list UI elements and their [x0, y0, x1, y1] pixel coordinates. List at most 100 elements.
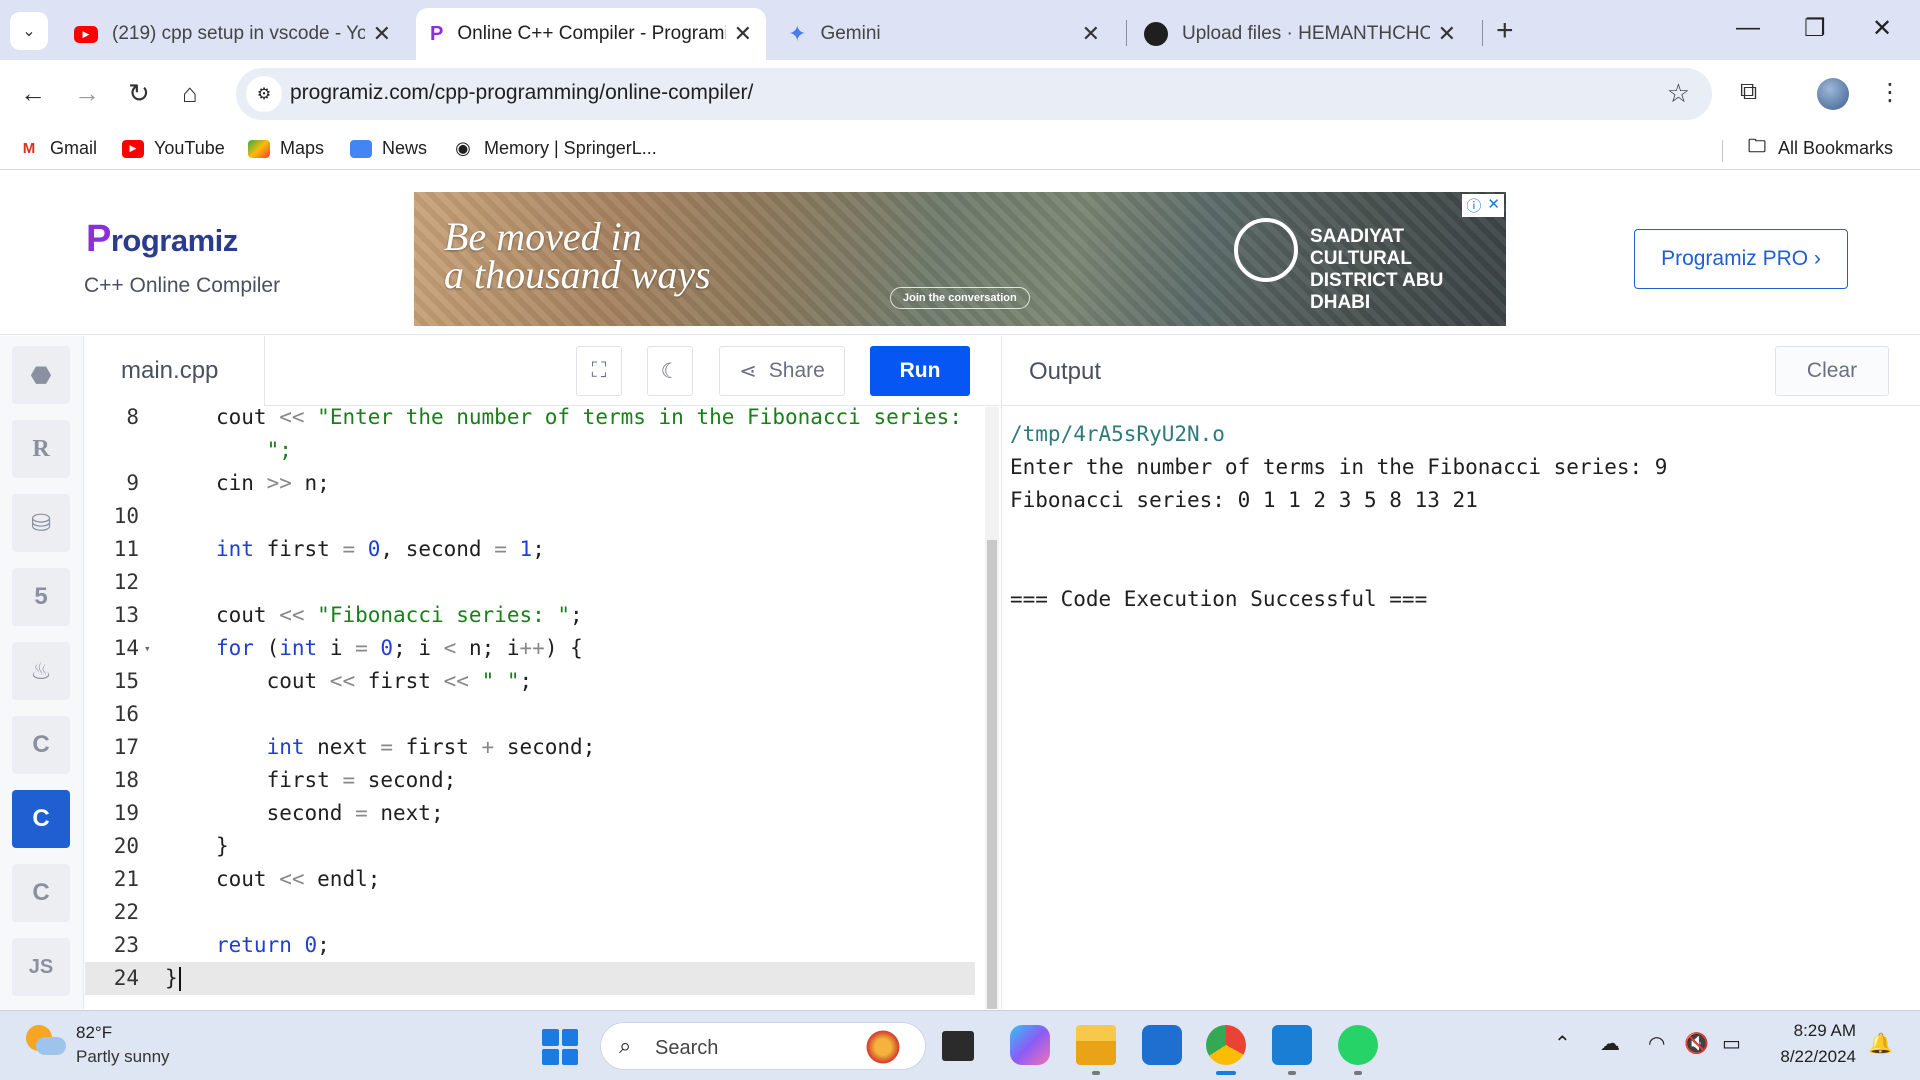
restore-button[interactable]: ❐ — [1804, 14, 1826, 43]
code-line[interactable]: 18 first = second; — [85, 764, 975, 797]
speaker-muted-icon[interactable]: 🔇 — [1684, 1031, 1709, 1056]
code-line[interactable]: "; — [85, 434, 975, 467]
new-tab-button[interactable]: + — [1496, 14, 1514, 48]
programiz-pro-button[interactable]: Programiz PRO › — [1634, 229, 1848, 289]
clear-button[interactable]: Clear — [1775, 346, 1889, 396]
c-icon[interactable]: C — [12, 716, 70, 774]
run-button[interactable]: Run — [870, 346, 970, 396]
ad-close-button[interactable]: ⓘ ✕ — [1462, 194, 1504, 217]
weather-icon[interactable] — [26, 1025, 66, 1063]
tab-github[interactable]: Upload files · HEMANTHCHOWDARY ✕ — [1130, 8, 1470, 60]
start-button[interactable] — [542, 1029, 578, 1065]
python-icon[interactable]: ⬣ — [12, 346, 70, 404]
bookmark-gmail[interactable]: M Gmail — [18, 138, 97, 159]
tab-programiz[interactable]: P Online C++ Compiler - Programiz ✕ — [416, 8, 766, 60]
programiz-logo[interactable]: Programiz — [86, 218, 238, 261]
task-view-icon[interactable] — [942, 1031, 974, 1061]
notification-bell-icon[interactable]: 🔔 — [1868, 1031, 1893, 1056]
dark-mode-button[interactable]: ☾ — [647, 346, 693, 396]
avatar[interactable] — [1817, 78, 1849, 110]
address-bar[interactable]: ⚙ programiz.com/cpp-programming/online-c… — [236, 68, 1712, 120]
clock-time[interactable]: 8:29 AM — [1776, 1021, 1856, 1041]
code-line[interactable]: 24} — [85, 962, 975, 995]
js-icon[interactable]: JS — [12, 938, 70, 996]
battery-icon[interactable]: ▭ — [1722, 1031, 1741, 1056]
browser-toolbar: ← → ↻ ⌂ ⚙ programiz.com/cpp-programming/… — [0, 60, 1920, 130]
close-icon[interactable]: ✕ — [1438, 21, 1456, 47]
bookmark-springer[interactable]: ◉ Memory | SpringerL... — [452, 138, 657, 159]
show-hidden-icons[interactable]: ⌃ — [1554, 1031, 1571, 1056]
weather-description[interactable]: Partly sunny — [76, 1047, 170, 1067]
bookmark-news[interactable]: News — [350, 138, 427, 159]
line-number: 11 — [113, 537, 139, 561]
line-number: 15 — [113, 669, 139, 693]
reload-button[interactable]: ↻ — [128, 78, 150, 109]
code-line[interactable]: 19 second = next; — [85, 797, 975, 830]
chrome-icon[interactable] — [1206, 1025, 1246, 1065]
share-button[interactable]: ⋖ Share — [719, 346, 845, 396]
html5-icon[interactable]: 5 — [12, 568, 70, 626]
all-bookmarks[interactable]: 🗀 All Bookmarks — [1746, 136, 1893, 159]
cpp-icon[interactable]: C — [12, 790, 70, 848]
code-line[interactable]: 9 cin >> n; — [85, 467, 975, 500]
tab-gemini[interactable]: ✦ Gemini ✕ — [774, 8, 1114, 60]
code-line[interactable]: 22 — [85, 896, 975, 929]
tab-youtube[interactable]: ▶ (219) cpp setup in vscode - YouTube ✕ — [60, 8, 405, 60]
wifi-icon[interactable]: ◠ — [1648, 1031, 1665, 1056]
minimize-icon: — — [1736, 14, 1760, 41]
line-number: 22 — [113, 900, 139, 924]
r-icon[interactable]: R — [12, 420, 70, 478]
code-line[interactable]: 21 cout << endl; — [85, 863, 975, 896]
url-text[interactable]: programiz.com/cpp-programming/online-com… — [290, 81, 753, 105]
code-line[interactable]: 13 cout << "Fibonacci series: "; — [85, 599, 975, 632]
code-line[interactable]: 8 cout << "Enter the number of terms in t… — [85, 407, 975, 434]
tab-search-button[interactable]: ⌄ — [10, 12, 48, 50]
output-title: Output — [1029, 358, 1102, 385]
close-icon[interactable]: ✕ — [1082, 21, 1100, 47]
code-line[interactable]: 15 cout << first << " "; — [85, 665, 975, 698]
code-line[interactable]: 23 return 0; — [85, 929, 975, 962]
onedrive-icon[interactable]: ☁ — [1600, 1031, 1620, 1056]
close-icon[interactable]: ✕ — [373, 21, 391, 47]
bookmark-youtube[interactable]: ▶ YouTube — [122, 138, 225, 159]
code-line[interactable]: 14 ▾ for (int i = 0; i < n; i++) { — [85, 632, 975, 665]
site-info-icon[interactable]: ⚙ — [246, 76, 282, 112]
advertisement-banner[interactable]: Be moved in a thousand ways Join the con… — [414, 192, 1506, 326]
close-icon[interactable]: ✕ — [734, 21, 752, 47]
code-editor[interactable]: 8 cout << "Enter the number of terms in t… — [85, 407, 1000, 1009]
code-line[interactable]: 12 — [85, 566, 975, 599]
bookmark-maps[interactable]: Maps — [248, 138, 324, 159]
copilot-icon[interactable] — [1010, 1025, 1050, 1065]
csharp-icon[interactable]: C — [12, 864, 70, 922]
extensions-icon[interactable]: ⧉ — [1740, 78, 1757, 106]
fullscreen-button[interactable]: ⛶ — [576, 346, 622, 396]
java-icon[interactable]: ♨ — [12, 642, 70, 700]
weather-temperature[interactable]: 82°F — [76, 1023, 112, 1043]
whatsapp-icon[interactable] — [1338, 1025, 1378, 1065]
file-tab[interactable]: main.cpp — [85, 336, 265, 406]
fold-arrow-icon[interactable]: ▾ — [144, 632, 151, 665]
ad-cta[interactable]: Join the conversation — [890, 287, 1030, 309]
sql-icon[interactable]: ⛁ — [12, 494, 70, 552]
code-line[interactable]: 16 — [85, 698, 975, 731]
microsoft-store-icon[interactable] — [1142, 1025, 1182, 1065]
code-line[interactable]: 20} — [85, 830, 975, 863]
clock-date[interactable]: 8/22/2024 — [1766, 1047, 1856, 1067]
home-button[interactable]: ⌂ — [182, 78, 198, 109]
vscode-icon[interactable] — [1272, 1025, 1312, 1065]
code-line[interactable]: 11 int first = 0, second = 1; — [85, 533, 975, 566]
minimize-button[interactable]: — — [1736, 14, 1760, 42]
chevron-down-icon: ⌄ — [22, 23, 36, 40]
fullscreen-icon: ⛶ — [591, 359, 607, 382]
editor-scrollbar-thumb[interactable] — [987, 540, 997, 1009]
file-explorer-icon[interactable] — [1076, 1025, 1116, 1065]
forward-button[interactable]: → — [74, 78, 100, 109]
close-window-button[interactable]: ✕ — [1872, 14, 1892, 43]
menu-icon[interactable]: ⋮ — [1878, 78, 1902, 107]
bookmark-star-icon[interactable]: ☆ — [1667, 78, 1690, 109]
code-line[interactable]: 10 — [85, 500, 975, 533]
code-line[interactable]: 17 int next = first + second; — [85, 731, 975, 764]
taskbar-search[interactable]: ⌕ Search — [600, 1022, 926, 1070]
output-line: Fibonacci series: 0 1 1 2 3 5 8 13 21 — [1010, 488, 1478, 512]
back-button[interactable]: ← — [20, 78, 46, 109]
